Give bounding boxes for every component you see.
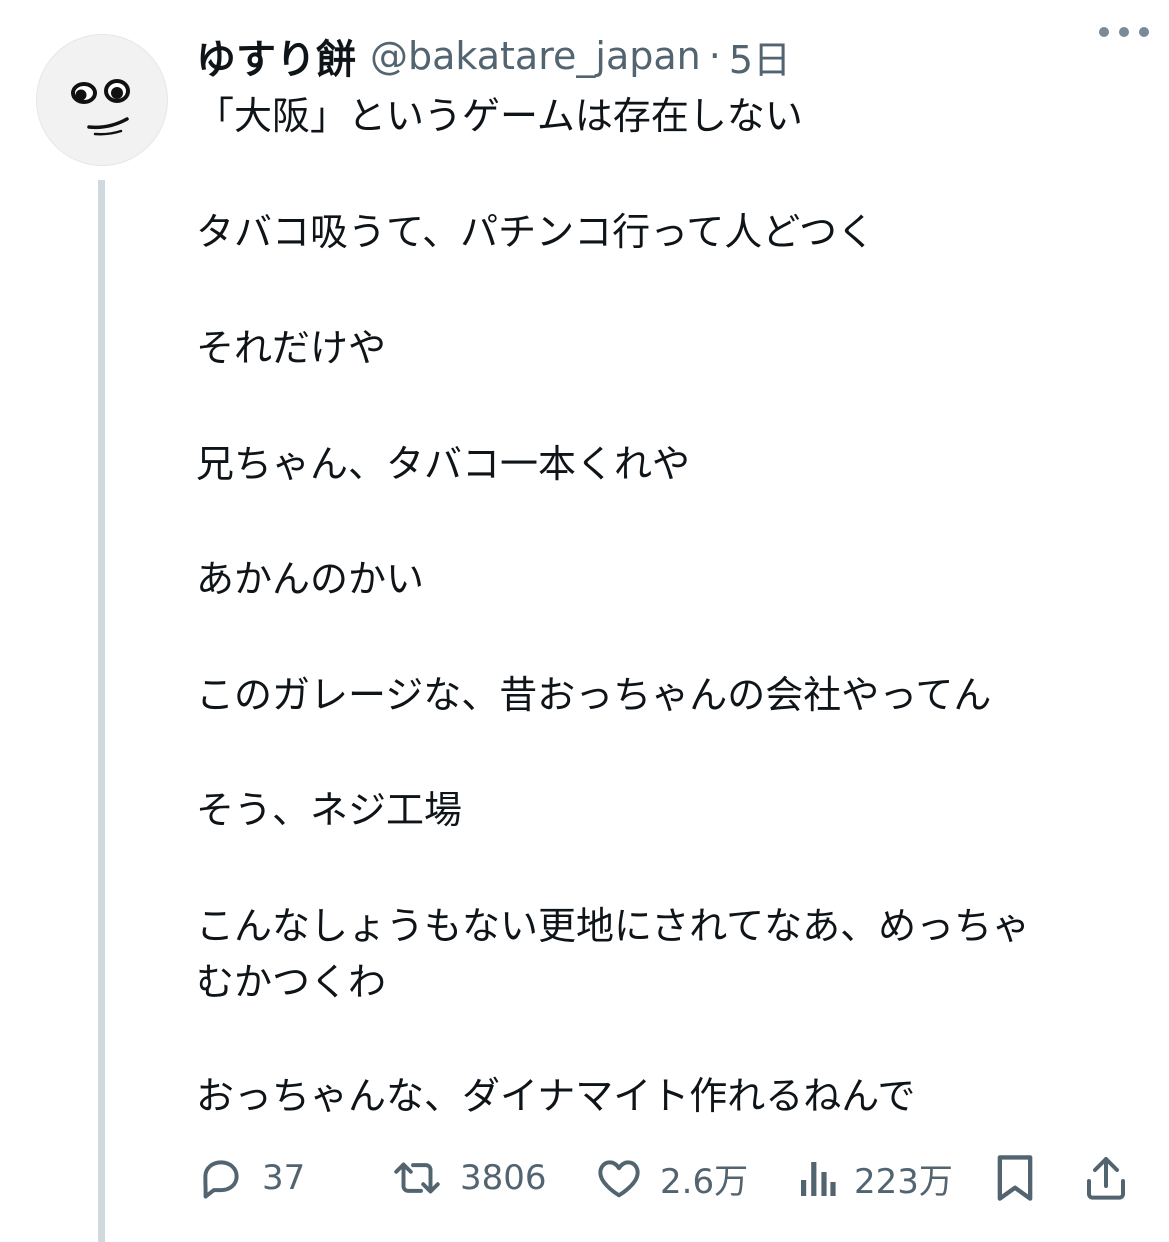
tweet-line: こんなしょうもない更地にされてなあ、めっちゃ	[196, 904, 1031, 948]
views-count: 223万	[854, 1161, 953, 1202]
share-button[interactable]	[1082, 1148, 1130, 1208]
avatar[interactable]	[36, 34, 168, 166]
tweet-line: あかんのかい	[196, 557, 425, 601]
bookmark-button[interactable]	[992, 1148, 1038, 1208]
like-count: 2.6万	[660, 1161, 749, 1202]
user-handle[interactable]: @bakatare_japan	[370, 34, 701, 78]
tweet-line: 「大阪」というゲームは存在しない	[196, 94, 803, 138]
retweet-button[interactable]: 3806	[390, 1148, 547, 1208]
action-bar: 37 3806 2.6万 223万	[192, 1148, 1142, 1208]
tweet-line: むかつくわ	[196, 960, 387, 1004]
tweet-line: タバコ吸うて、パチンコ行って人どつく	[196, 210, 876, 254]
tweet-line: おっちゃんな、ダイナマイト作れるねんで	[196, 1074, 916, 1118]
heart-icon	[598, 1160, 640, 1198]
reply-button[interactable]: 37	[196, 1148, 305, 1208]
tweet-line: このガレージな、昔おっちゃんの会社やってん	[196, 673, 992, 717]
retweet-count: 3806	[460, 1158, 547, 1198]
tweet-header: ゆすり餅 @bakatare_japan · 5日	[196, 28, 1139, 84]
reply-count: 37	[262, 1158, 306, 1198]
thread-line	[98, 180, 105, 1242]
avatar-face-image	[71, 79, 130, 136]
more-horizontal-icon[interactable]	[1099, 20, 1149, 44]
timestamp[interactable]: 5日	[729, 29, 791, 84]
retweet-icon	[394, 1162, 440, 1194]
views-icon	[801, 1162, 836, 1196]
display-name[interactable]: ゆすり餅	[196, 27, 356, 85]
tweet-line: それだけや	[196, 326, 387, 370]
separator-dot: ·	[708, 34, 721, 78]
tweet-line: そう、ネジ工場	[196, 788, 463, 832]
bookmark-icon	[997, 1155, 1033, 1201]
reply-icon	[203, 1160, 239, 1199]
share-icon	[1087, 1157, 1125, 1200]
tweet-line: 兄ちゃん、タバコ一本くれや	[196, 442, 691, 486]
views-button[interactable]: 223万	[798, 1148, 953, 1208]
like-button[interactable]: 2.6万	[594, 1148, 748, 1208]
